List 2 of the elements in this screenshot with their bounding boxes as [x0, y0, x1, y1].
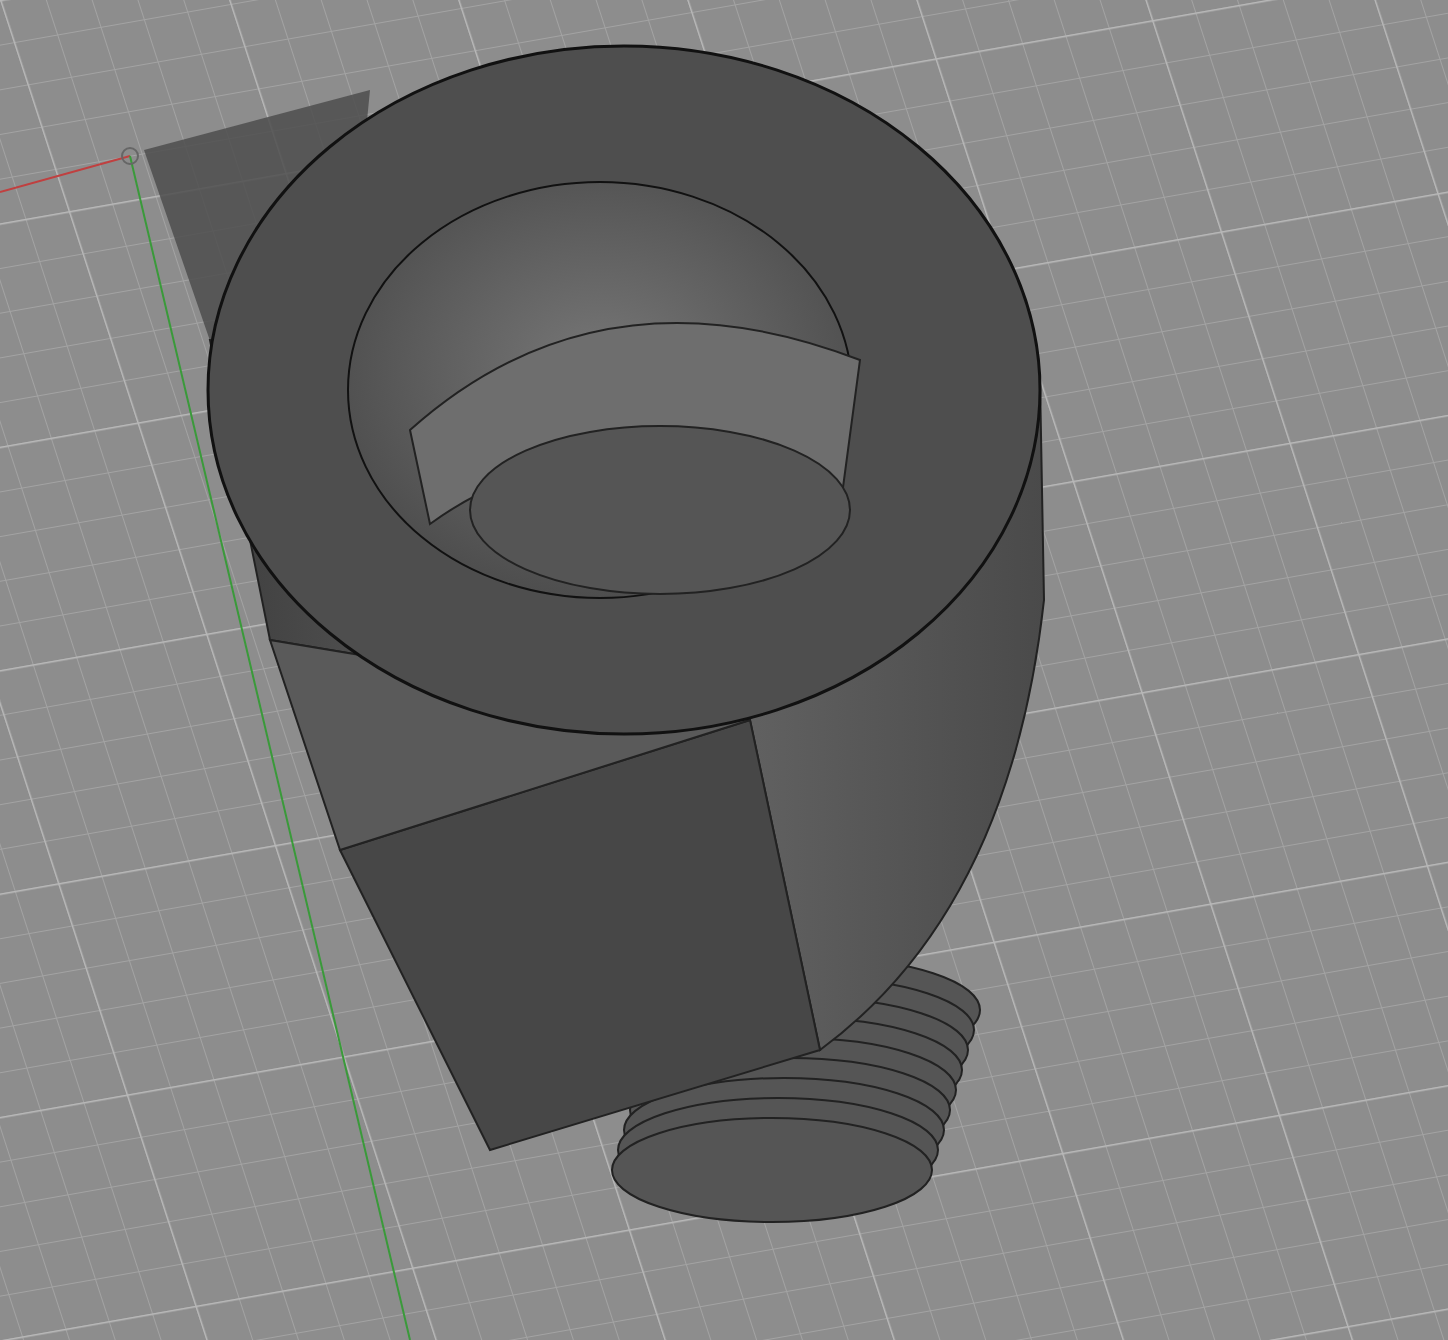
- cad-viewport[interactable]: [0, 0, 1448, 1340]
- fitting-model-drawing[interactable]: [144, 44, 1045, 1223]
